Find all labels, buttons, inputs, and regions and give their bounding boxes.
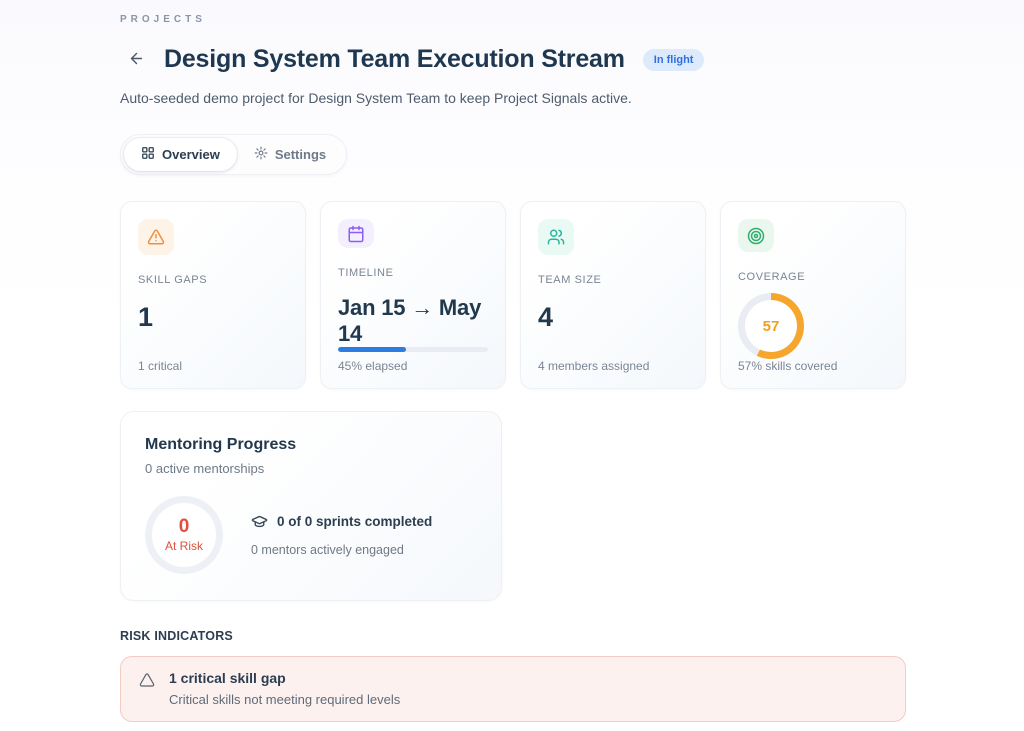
tab-overview[interactable]: Overview bbox=[124, 138, 237, 171]
stat-label: TEAM SIZE bbox=[538, 274, 688, 286]
mentoring-title: Mentoring Progress bbox=[145, 436, 477, 454]
stat-label: COVERAGE bbox=[738, 271, 888, 283]
users-icon bbox=[538, 219, 574, 255]
stat-sub: 4 members assigned bbox=[538, 359, 688, 373]
stat-label: SKILL GAPS bbox=[138, 274, 288, 286]
coverage-donut: 57 bbox=[738, 293, 888, 359]
tab-settings-label: Settings bbox=[275, 147, 326, 162]
stat-label: TIMELINE bbox=[338, 267, 488, 279]
graduation-cap-icon bbox=[251, 513, 268, 530]
page-subtitle: Auto-seeded demo project for Design Syst… bbox=[120, 90, 906, 106]
at-risk-value: 0 bbox=[179, 517, 190, 538]
alert-triangle-icon bbox=[138, 219, 174, 255]
alert-description: Critical skills not meeting required lev… bbox=[169, 692, 400, 707]
page-content: PROJECTS Design System Team Execution St… bbox=[120, 0, 906, 731]
stat-sub: 57% skills covered bbox=[738, 359, 888, 373]
arrow-left-icon bbox=[128, 50, 145, 70]
back-button[interactable] bbox=[122, 46, 150, 74]
stat-value: Jan 15 → May 14 bbox=[338, 295, 488, 347]
calendar-icon bbox=[338, 219, 374, 248]
risk-indicators-heading: RISK INDICATORS bbox=[120, 629, 906, 643]
tab-bar: Overview Settings bbox=[120, 134, 347, 175]
timeline-progress-fill bbox=[338, 347, 406, 352]
alert-text-col: 1 critical skill gap Critical skills not… bbox=[169, 670, 400, 707]
mentoring-body: 0 At Risk 0 of 0 sprints completed 0 men… bbox=[145, 496, 477, 574]
target-icon bbox=[738, 219, 774, 252]
mentoring-progress-card: Mentoring Progress 0 active mentorships … bbox=[120, 411, 502, 601]
alert-triangle-outline-icon bbox=[139, 670, 155, 707]
stat-card-team-size: TEAM SIZE 4 4 members assigned bbox=[520, 201, 706, 389]
grid-icon bbox=[141, 146, 155, 163]
stat-card-timeline: TIMELINE Jan 15 → May 14 45% elapsed bbox=[320, 201, 506, 389]
coverage-donut-value: 57 bbox=[745, 300, 797, 352]
at-risk-ring: 0 At Risk bbox=[145, 496, 223, 574]
stat-value: 1 bbox=[138, 302, 288, 333]
tab-settings[interactable]: Settings bbox=[237, 138, 343, 171]
stat-cards-row: SKILL GAPS 1 1 critical TIMELINE Jan 15 … bbox=[120, 201, 906, 389]
mentoring-stats: 0 of 0 sprints completed 0 mentors activ… bbox=[251, 513, 432, 557]
sprints-row: 0 of 0 sprints completed bbox=[251, 513, 432, 530]
tab-overview-label: Overview bbox=[162, 147, 220, 162]
stat-sub: 1 critical bbox=[138, 359, 288, 373]
mentors-text: 0 mentors actively engaged bbox=[251, 543, 432, 557]
page-title: Design System Team Execution Stream bbox=[164, 45, 625, 74]
stat-sub: 45% elapsed bbox=[338, 359, 488, 373]
at-risk-label: At Risk bbox=[165, 539, 203, 553]
page-header: Design System Team Execution Stream In f… bbox=[120, 45, 906, 74]
sprints-text: 0 of 0 sprints completed bbox=[277, 514, 432, 529]
gear-icon bbox=[254, 146, 268, 163]
alert-title: 1 critical skill gap bbox=[169, 670, 400, 686]
stat-card-skill-gaps: SKILL GAPS 1 1 critical bbox=[120, 201, 306, 389]
risk-alert-card: 1 critical skill gap Critical skills not… bbox=[120, 656, 906, 722]
status-badge: In flight bbox=[643, 49, 705, 71]
timeline-progress-track bbox=[338, 347, 488, 352]
stat-value: 4 bbox=[538, 302, 688, 333]
mentoring-subtitle: 0 active mentorships bbox=[145, 461, 477, 476]
stat-card-coverage: COVERAGE 57 57% skills covered bbox=[720, 201, 906, 389]
breadcrumb: PROJECTS bbox=[120, 0, 906, 25]
